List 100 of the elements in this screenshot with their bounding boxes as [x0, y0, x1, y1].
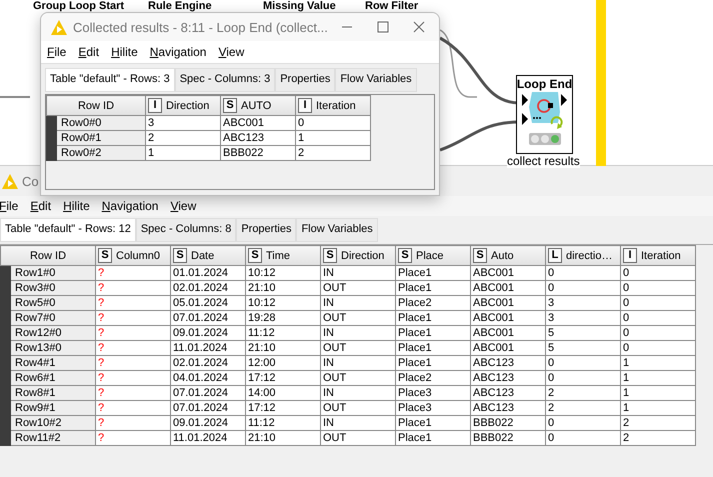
table-cell: 0 [620, 326, 696, 340]
table-cell: 5 [546, 340, 620, 356]
table-cell: 19:28 [246, 310, 320, 326]
column-title: Time [266, 250, 290, 262]
table-cell: 3 [546, 310, 620, 326]
type-indicator: S [248, 248, 262, 263]
table-cell: IN [320, 356, 396, 370]
column-header[interactable]: I Direction [146, 96, 220, 116]
menu-item[interactable]: Navigation [102, 199, 158, 213]
menu-item[interactable]: View [170, 199, 196, 213]
tab[interactable]: Table "default" - Rows: 3 [45, 68, 175, 92]
table-cell: OUT [320, 400, 396, 416]
connection-line [0, 96, 30, 98]
table-cell: 17:12 [246, 400, 320, 416]
node-frame[interactable]: Loop End [516, 75, 573, 154]
table-cell: OUT [320, 280, 396, 296]
column-title: Iteration [316, 100, 356, 112]
column-header[interactable]: I Iteration [296, 96, 370, 116]
column-header[interactable]: S Auto [470, 246, 546, 266]
table-cell: ABC001 [470, 340, 546, 356]
warning-icon [2, 174, 18, 188]
menu-item[interactable]: Edit [78, 45, 100, 59]
type-indicator: S [173, 248, 187, 263]
table-cell: ? [96, 430, 170, 446]
table-cell: 11:12 [246, 416, 320, 430]
column-header[interactable]: S Time [246, 246, 320, 266]
table-cell: ? [96, 386, 170, 400]
column-header[interactable]: S AUTO [220, 96, 296, 116]
table-cell: 01.01.2024 [170, 266, 246, 280]
column-header[interactable]: Row ID [0, 246, 96, 266]
table-cell: 1 [620, 370, 696, 386]
table-cell: 0 [620, 280, 696, 296]
table-cell: 0 [546, 280, 620, 296]
column-header[interactable]: S Direction [320, 246, 396, 266]
table-cell: IN [320, 326, 396, 340]
table-cell: ABC123 [470, 370, 546, 386]
table-cell: 2 [620, 416, 696, 430]
table-cell: 1 [146, 146, 220, 160]
column-header[interactable]: S Column0 [96, 246, 170, 266]
table-cell: Place1 [396, 310, 470, 326]
table-cell: 2 [546, 386, 620, 400]
table-cell: 1 [296, 130, 370, 146]
table-cell: IN [320, 386, 396, 400]
row-id: Row1#0 [10, 266, 96, 280]
table-cell: ? [96, 370, 170, 386]
tab[interactable]: Properties [275, 68, 336, 92]
column-header[interactable]: L directio… [546, 246, 620, 266]
table-cell: Place1 [396, 340, 470, 356]
column-header[interactable]: S Place [396, 246, 470, 266]
type-indicator: S [223, 98, 237, 113]
table-cell: Place3 [396, 400, 470, 416]
table-cell: 0 [546, 356, 620, 370]
menu-item[interactable]: Edit [30, 199, 52, 213]
table-cell: 11.01.2024 [170, 430, 246, 446]
type-indicator: S [98, 248, 112, 263]
row-marker [46, 116, 56, 130]
maximize-icon[interactable] [377, 21, 389, 33]
table-cell: Place3 [396, 386, 470, 400]
tab[interactable]: Flow Variables [335, 68, 417, 92]
tab[interactable]: Properties [236, 218, 296, 242]
tab[interactable]: Spec - Columns: 8 [136, 218, 236, 242]
table-cell: 07.01.2024 [170, 310, 246, 326]
column-header[interactable]: S Date [170, 246, 246, 266]
table-cell: 2 [146, 130, 220, 146]
table-cell: 04.01.2024 [170, 370, 246, 386]
table-cell: BBB022 [220, 146, 296, 160]
menu-item[interactable]: Hilite [111, 45, 138, 59]
type-indicator: S [398, 248, 412, 263]
column-title: Date [191, 250, 214, 262]
menu-item[interactable]: File [47, 45, 66, 59]
table-cell: ABC001 [220, 116, 296, 130]
row-id: Row9#1 [10, 400, 96, 416]
table-cell: OUT [320, 310, 396, 326]
table-cell: 1 [620, 356, 696, 370]
menu-item[interactable]: View [218, 45, 244, 59]
column-header[interactable]: Row ID [46, 96, 146, 116]
column-title: directio… [566, 250, 612, 262]
row-id: Row7#0 [10, 310, 96, 326]
menu-item[interactable]: Navigation [150, 45, 206, 59]
table-cell: 5 [546, 326, 620, 340]
row-marker [46, 146, 56, 160]
node-label: Group Loop Start [33, 0, 124, 12]
table-cell: ABC001 [470, 326, 546, 340]
table-cell: 11.01.2024 [170, 340, 246, 356]
table-cell: Place2 [396, 370, 470, 386]
tab[interactable]: Table "default" - Rows: 12 [0, 218, 136, 242]
menu-item[interactable]: Hilite [63, 199, 90, 213]
menu-item[interactable]: File [0, 199, 18, 213]
close-icon[interactable] [413, 21, 425, 33]
table-cell: ABC123 [470, 400, 546, 416]
column-header[interactable]: I Iteration [620, 246, 696, 266]
row-id: Row0#0 [56, 116, 146, 130]
type-indicator: I [148, 98, 162, 113]
table-cell: ? [96, 266, 170, 280]
row-id: Row11#2 [10, 430, 96, 446]
tab[interactable]: Flow Variables [296, 218, 378, 242]
table-cell: 10:12 [246, 296, 320, 310]
tab[interactable]: Spec - Columns: 3 [174, 68, 276, 92]
table-cell: 17:12 [246, 370, 320, 386]
table-cell: ? [96, 280, 170, 296]
